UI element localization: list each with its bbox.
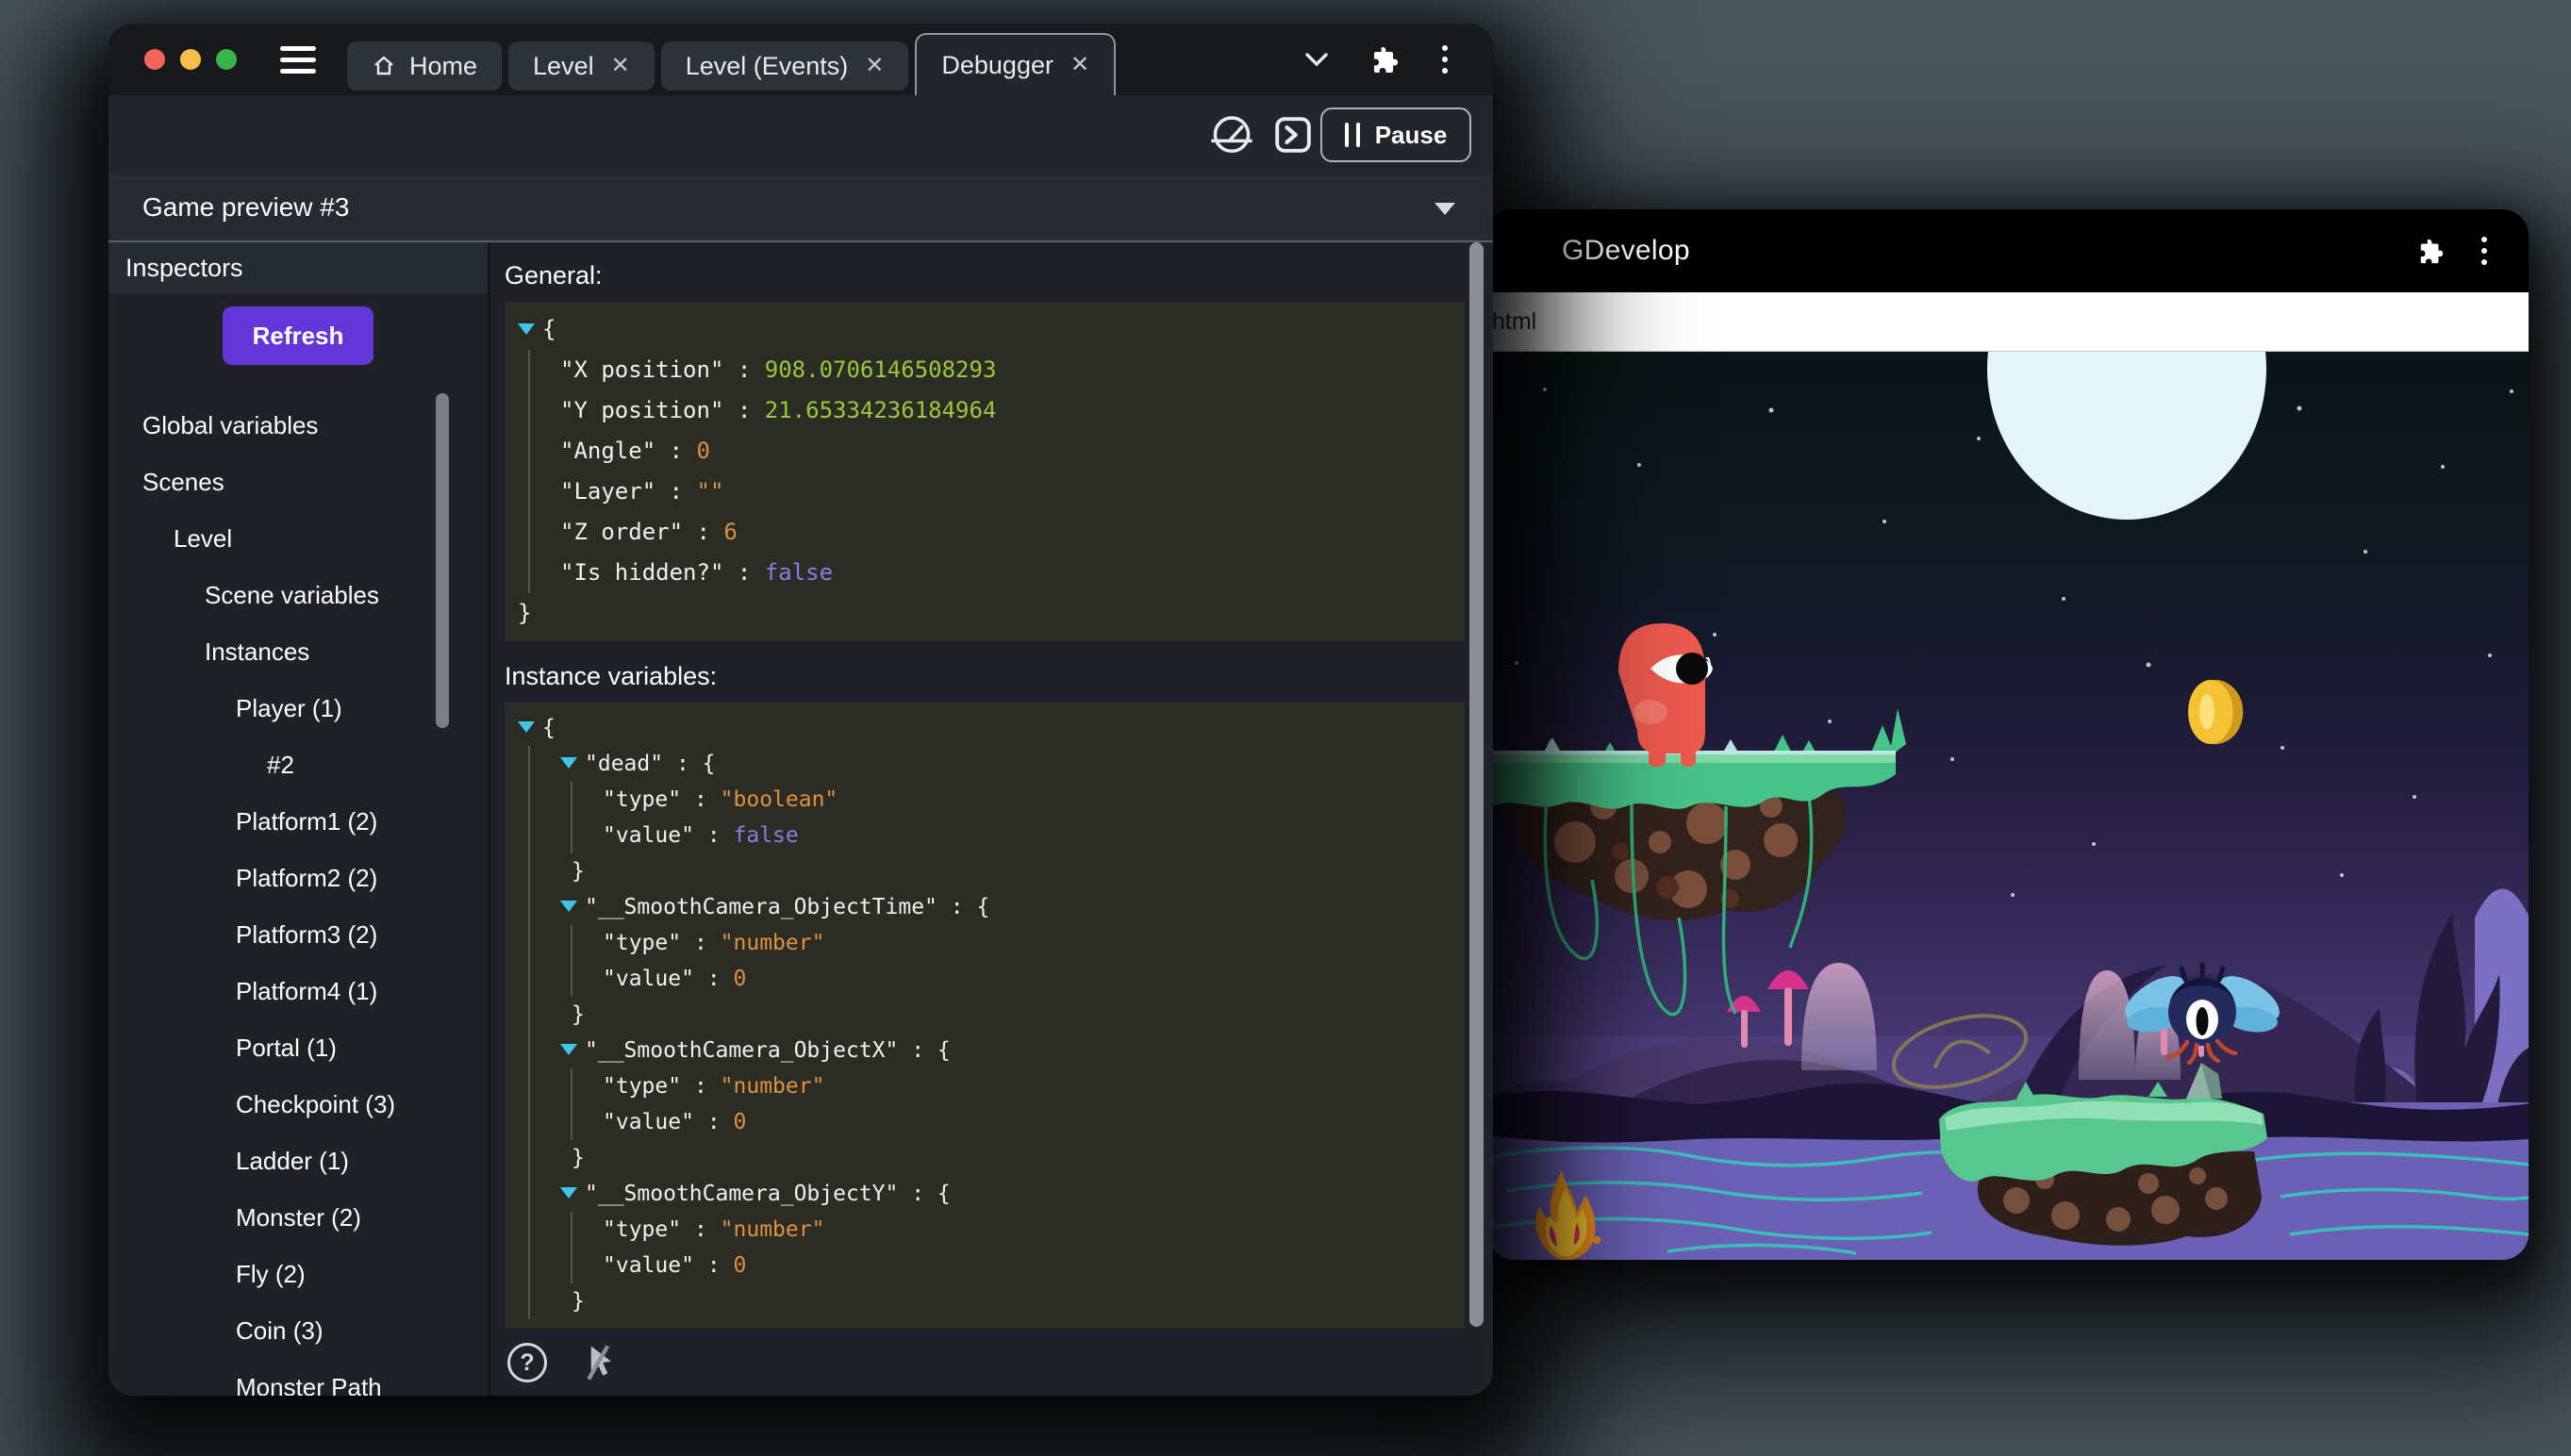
tab-level-events-[interactable]: Level (Events) ✕: [661, 41, 909, 91]
inspector-tree-item[interactable]: Level: [108, 510, 488, 567]
extensions-icon[interactable]: [2417, 237, 2446, 265]
window-controls: [144, 49, 237, 70]
extensions-icon[interactable]: [1370, 44, 1401, 74]
inspectors-sidebar: Inspectors Refresh Global variablesScene…: [108, 242, 490, 1396]
sidebar-scrollbar[interactable]: [436, 393, 449, 728]
inspector-tree-item[interactable]: Platform2 (2): [108, 850, 488, 906]
json-property-row: "value" : false: [603, 818, 1451, 853]
inspector-tree-item[interactable]: Global variables: [108, 397, 488, 454]
game-scene[interactable]: [1488, 352, 2529, 1260]
preview-selector[interactable]: Game preview #3: [108, 174, 1493, 242]
pause-button[interactable]: Pause: [1320, 108, 1471, 162]
tab-label: Level (Events): [686, 52, 849, 81]
coin: [2188, 680, 2243, 744]
general-section-title: General:: [505, 261, 1493, 290]
json-variable-row: "__SmoothCamera_ObjectX" : {: [560, 1033, 1451, 1068]
pause-label: Pause: [1375, 121, 1448, 150]
json-property-row: "Y position" : 21.65334236184964: [560, 390, 1451, 431]
inspector-tree-item[interactable]: Monster Path: [108, 1359, 488, 1396]
json-property-row: "Layer" : "": [560, 472, 1451, 512]
tab-debugger[interactable]: Debugger ✕: [915, 33, 1116, 95]
expand-caret-icon[interactable]: [560, 1187, 577, 1199]
inspector-panel: General: {"X position" : 908.07061465082…: [490, 242, 1493, 1396]
close-icon[interactable]: ✕: [865, 55, 884, 77]
json-variable-row: "__SmoothCamera_ObjectY" : {: [560, 1176, 1451, 1212]
tab-bar: Home Level ✕ Level (Events) ✕ Debugger ✕: [108, 24, 1493, 95]
json-root-row: {: [518, 309, 1451, 350]
inspector-tree-item[interactable]: Checkpoint (3): [108, 1076, 488, 1133]
expand-caret-icon[interactable]: [560, 901, 577, 912]
game-window-title: GDevelop: [1562, 235, 1690, 267]
json-property-row: "value" : 0: [603, 961, 1451, 997]
refresh-button[interactable]: Refresh: [223, 306, 374, 365]
dropdown-caret-icon: [1435, 203, 1455, 215]
inspector-tree-item[interactable]: Fly (2): [108, 1246, 488, 1302]
inspector-tree-item[interactable]: Platform4 (1): [108, 963, 488, 1019]
debugger-window: Home Level ✕ Level (Events) ✕ Debugger ✕: [108, 24, 1493, 1396]
zoom-window-button[interactable]: [216, 49, 237, 70]
tab-strip: Home Level ✕ Level (Events) ✕ Debugger ✕: [347, 24, 1116, 95]
instance-variables-json-view: {"dead" : {"type" : "boolean""value" : f…: [505, 703, 1465, 1329]
profiler-gauge-icon[interactable]: [1210, 114, 1253, 157]
minimize-window-button[interactable]: [180, 49, 201, 70]
expand-caret-icon[interactable]: [518, 323, 535, 335]
game-window-addressbar[interactable]: html: [1488, 292, 2529, 352]
instance-variables-title: Instance variables:: [505, 662, 1493, 691]
inspector-tree-item[interactable]: Platform1 (2): [108, 793, 488, 850]
expand-caret-icon[interactable]: [560, 1044, 577, 1055]
inspector-tree-item[interactable]: Instances: [108, 623, 488, 680]
debugger-toolbar: Pause: [108, 95, 1493, 174]
pause-icon: [1345, 123, 1360, 147]
game-preview-window: GDevelop html: [1488, 209, 2529, 1259]
inspector-tree-item[interactable]: Monster (2): [108, 1189, 488, 1246]
inspector-tree-item[interactable]: Scenes: [108, 454, 488, 510]
inspector-tree-item[interactable]: #2: [108, 736, 488, 793]
json-property-row: "Is hidden?" : false: [560, 553, 1451, 593]
close-window-button[interactable]: [144, 49, 165, 70]
sidebar-header: Inspectors: [108, 242, 488, 293]
address-text: html: [1488, 308, 1536, 336]
general-json-view: {"X position" : 908.0706146508293"Y posi…: [505, 302, 1465, 641]
inspector-scrollbar[interactable]: [1469, 242, 1484, 1327]
json-property-row: "type" : "number": [603, 1212, 1451, 1248]
inspector-tree-item[interactable]: Scene variables: [108, 567, 488, 623]
json-property-row: "type" : "number": [603, 925, 1451, 961]
json-property-row: "X position" : 908.0706146508293: [560, 350, 1451, 390]
help-icon[interactable]: ?: [507, 1343, 547, 1382]
chevron-down-icon[interactable]: [1304, 51, 1329, 68]
json-variable-row: "dead" : {: [560, 746, 1451, 782]
inspector-tree-item[interactable]: Platform3 (2): [108, 906, 488, 963]
game-window-titlebar: GDevelop: [1488, 209, 2529, 292]
expand-caret-icon[interactable]: [560, 757, 577, 769]
hamburger-menu-icon[interactable]: [280, 46, 316, 74]
close-icon[interactable]: ✕: [611, 55, 630, 77]
inspector-tree-item[interactable]: Ladder (1): [108, 1133, 488, 1189]
console-icon[interactable]: [1272, 114, 1314, 156]
tab-level[interactable]: Level ✕: [508, 41, 655, 91]
inspector-tree-item[interactable]: Portal (1): [108, 1019, 488, 1076]
close-icon[interactable]: ✕: [1070, 54, 1089, 76]
json-property-row: "value" : 0: [603, 1104, 1451, 1140]
tab-label: Home: [409, 52, 477, 81]
json-property-row: "Angle" : 0: [560, 431, 1451, 472]
json-property-row: "value" : 0: [603, 1248, 1451, 1283]
json-root-row: {: [518, 710, 1451, 746]
json-property-row: "Z order" : 6: [560, 512, 1451, 553]
tab-label: Debugger: [941, 51, 1053, 80]
expand-caret-icon[interactable]: [518, 721, 535, 733]
inspector-tree-item[interactable]: Coin (3): [108, 1302, 488, 1359]
pick-element-disabled-icon[interactable]: [579, 1344, 615, 1382]
json-variable-row: "__SmoothCamera_ObjectTime" : {: [560, 889, 1451, 925]
json-property-row: "type" : "boolean": [603, 782, 1451, 818]
home-icon: [372, 54, 396, 78]
inspector-tree-item[interactable]: Player (1): [108, 680, 488, 736]
browser-menu-kebab-icon[interactable]: [1442, 45, 1448, 74]
tab-label: Level: [533, 52, 594, 81]
window-menu-kebab-icon[interactable]: [2481, 237, 2487, 265]
desktop: GDevelop html: [0, 0, 2571, 1456]
json-property-row: "type" : "number": [603, 1068, 1451, 1104]
tab-home[interactable]: Home: [347, 41, 502, 91]
preview-selector-label: Game preview #3: [142, 192, 349, 223]
